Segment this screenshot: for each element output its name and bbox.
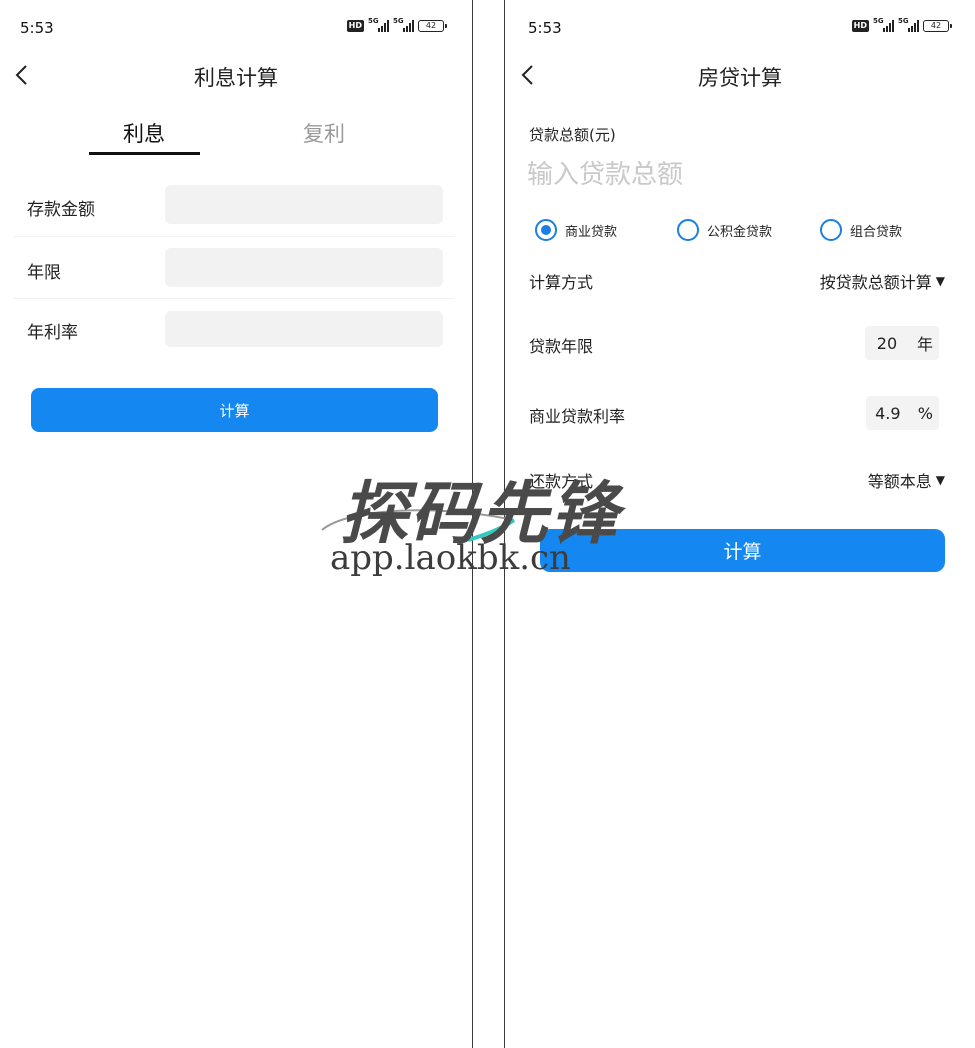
years-label: 年限 xyxy=(27,263,61,283)
dropdown-arrow-icon: ▼ xyxy=(935,274,945,288)
loan-years-label: 贷款年限 xyxy=(529,337,594,356)
radio-combined-loan[interactable]: 组合贷款 xyxy=(820,219,902,241)
tab-indicator xyxy=(89,152,200,155)
status-time: 5:53 xyxy=(528,19,562,37)
status-icons: HD 5G 5G 42 xyxy=(346,17,447,32)
loan-amount-label: 贷款总额(元) xyxy=(529,126,616,144)
signal-icon: 5G xyxy=(898,17,919,32)
repayment-method-label: 还款方式 xyxy=(529,472,594,491)
loan-years-input[interactable] xyxy=(870,333,903,353)
radio-checked-icon xyxy=(535,219,557,241)
radio-commercial-loan[interactable]: 商业贷款 xyxy=(535,219,617,241)
annual-rate-input[interactable] xyxy=(165,311,443,347)
radio-label: 公积金贷款 xyxy=(707,224,773,240)
signal-icon: 5G xyxy=(873,17,894,32)
radio-unchecked-icon xyxy=(820,219,842,241)
hd-icon: HD xyxy=(346,20,364,32)
signal-icon: 5G xyxy=(393,17,414,32)
calc-method-label: 计算方式 xyxy=(529,273,594,292)
status-bar: 5:53 HD 5G 5G 42 xyxy=(0,0,472,56)
radio-label: 组合贷款 xyxy=(850,224,903,240)
commercial-rate-field: % xyxy=(865,396,939,430)
page-title: 利息计算 xyxy=(194,66,278,90)
repayment-method-value: 等额本息 xyxy=(867,472,932,491)
status-bar: 5:53 HD 5G 5G 42 xyxy=(505,0,975,56)
screen-divider xyxy=(472,0,473,1048)
status-icons: HD 5G 5G 42 xyxy=(851,17,952,32)
calc-method-value: 按贷款总额计算 xyxy=(819,273,932,292)
years-input[interactable] xyxy=(165,248,443,287)
signal-icon: 5G xyxy=(368,17,389,32)
status-time: 5:53 xyxy=(20,19,54,37)
radio-label: 商业贷款 xyxy=(565,224,618,240)
hd-icon: HD xyxy=(851,20,869,32)
deposit-amount-input[interactable] xyxy=(165,185,443,224)
page-title: 房贷计算 xyxy=(698,66,782,90)
percent-unit: % xyxy=(917,403,933,423)
annual-rate-label: 年利率 xyxy=(27,323,78,343)
loan-amount-input[interactable] xyxy=(527,155,927,195)
row-divider xyxy=(14,298,454,299)
row-divider xyxy=(14,236,454,237)
radio-unchecked-icon xyxy=(677,219,699,241)
calculate-button[interactable]: 计算 xyxy=(31,388,438,432)
mortgage-calculator-screen: 5:53 HD 5G 5G 42 房贷计算 贷款总额(元) 商业贷款 公积金贷款… xyxy=(505,0,975,1048)
tab-compound-interest[interactable]: 复利 xyxy=(264,118,384,148)
tab-interest[interactable]: 利息 xyxy=(84,118,204,148)
dropdown-arrow-icon: ▼ xyxy=(935,473,945,487)
interest-calculator-screen: 5:53 HD 5G 5G 42 利息计算 利息 复利 存款金额 年限 年利率 … xyxy=(0,0,472,1048)
repayment-method-dropdown[interactable]: 等额本息 ▼ xyxy=(868,468,945,492)
battery-icon: 42 xyxy=(923,20,952,32)
loan-years-field: 年 xyxy=(864,326,939,360)
years-unit: 年 xyxy=(916,335,933,354)
calculate-button[interactable]: 计算 xyxy=(540,529,945,572)
radio-provident-fund-loan[interactable]: 公积金贷款 xyxy=(677,219,772,241)
calc-method-dropdown[interactable]: 按贷款总额计算 ▼ xyxy=(820,269,945,293)
commercial-rate-label: 商业贷款利率 xyxy=(529,407,626,426)
commercial-rate-input[interactable] xyxy=(871,403,904,423)
deposit-amount-label: 存款金额 xyxy=(27,200,95,220)
battery-icon: 42 xyxy=(418,20,447,32)
